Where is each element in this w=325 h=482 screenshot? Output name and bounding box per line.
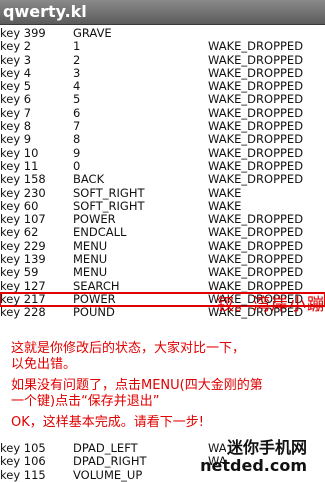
key-code: key 10: [0, 145, 39, 160]
author-watermark: 钗。湾岸小蹦: [217, 295, 325, 315]
key-code: key 4: [0, 65, 32, 80]
keymap-row[interactable]: key 62 ENDCALL WAKE_DROPPED: [0, 225, 325, 240]
key-name: 6: [73, 105, 81, 120]
key-flag: WAKE_DROPPED: [208, 92, 304, 107]
key-code: key 230: [0, 185, 46, 200]
key-name: 2: [73, 52, 81, 67]
site-logo-domain: netded.com: [200, 456, 307, 475]
key-name: SOFT_RIGHT: [73, 185, 145, 200]
key-name: MENU: [73, 252, 108, 267]
key-name: DPAD_RIGHT: [73, 454, 147, 469]
key-flag: WAKE_DROPPED: [208, 79, 304, 94]
key-flag: WAKE_DROPPED: [208, 225, 304, 240]
key-name: POUND: [73, 305, 115, 320]
key-code: key 139: [0, 252, 46, 267]
key-flag: WAKE_DROPPED: [208, 212, 304, 227]
key-flag: WAKE_DROPPED: [208, 105, 304, 120]
key-flag: WAKE_DROPPED: [208, 265, 304, 280]
key-code: key 106: [0, 454, 46, 469]
site-logo-name: 迷你手机网: [226, 438, 307, 457]
keymap-row[interactable]: key 230 SOFT_RIGHT WAKE: [0, 185, 325, 200]
key-name: 1: [73, 39, 81, 54]
keymap-row[interactable]: key 60 SOFT_RIGHT WAKE: [0, 198, 325, 213]
key-code: key 7: [0, 105, 32, 120]
keymap-row[interactable]: key 7 6 WAKE_DROPPED: [0, 105, 325, 120]
keymap-row[interactable]: key 4 3 WAKE_DROPPED: [0, 65, 325, 80]
keymap-row[interactable]: key 6 5 WAKE_DROPPED: [0, 92, 325, 107]
key-name: 4: [73, 79, 81, 94]
key-flag: WAKE_DROPPED: [208, 119, 304, 134]
key-name: BACK: [73, 172, 105, 187]
key-flag: WAKE_DROPPED: [208, 158, 304, 173]
key-name: 9: [73, 145, 81, 160]
keymap-row[interactable]: key 158 BACK WAKE_DROPPED: [0, 172, 325, 187]
keymap-row[interactable]: key 2 1 WAKE_DROPPED: [0, 39, 325, 54]
key-name: SEARCH: [73, 278, 120, 293]
key-flag: WAKE_DROPPED: [208, 52, 304, 67]
key-name: 0: [73, 158, 81, 173]
key-name: GRAVE: [73, 26, 112, 40]
keymap-row[interactable]: key 9 8 WAKE_DROPPED: [0, 132, 325, 147]
key-code: key 127: [0, 278, 46, 293]
key-name: POWER: [73, 291, 116, 306]
window-titlebar: qwerty.kl: [0, 0, 325, 25]
key-code: key 158: [0, 172, 46, 187]
key-flag: WAKE_DROPPED: [208, 65, 304, 80]
keymap-row[interactable]: key 229 MENU WAKE_DROPPED: [0, 238, 325, 253]
instruction-line-2: 以免出错。: [11, 357, 77, 372]
keymap-row[interactable]: key 3 2 WAKE_DROPPED: [0, 52, 325, 67]
key-code: key 217: [0, 291, 46, 306]
key-flag: WAKE_DROPPED: [208, 132, 304, 147]
key-name: MENU: [73, 238, 108, 253]
key-name: SOFT_RIGHT: [73, 198, 145, 213]
instruction-line-1: 这就是你修改后的状态，大家对比一下，: [11, 341, 246, 356]
keymap-row[interactable]: key 5 4 WAKE_DROPPED: [0, 79, 325, 94]
key-flag: WAKE_DROPPED: [208, 252, 304, 267]
key-code: key 228: [0, 305, 46, 320]
key-flag: WAKE_DROPPED: [208, 39, 304, 54]
keymap-row[interactable]: key 11 0 WAKE_DROPPED: [0, 158, 325, 173]
keymap-row[interactable]: key 107 POWER WAKE_DROPPED: [0, 212, 325, 227]
keymap-listing[interactable]: key 399 GRAVE key 2 1 WAKE_DROPPED key 3 2 WAKE…: [0, 26, 325, 320]
key-name: POWER: [73, 212, 116, 227]
key-flag: WAKE: [208, 198, 242, 213]
key-code: key 62: [0, 225, 39, 240]
key-name: 5: [73, 92, 81, 107]
key-flag: WAKE: [208, 185, 242, 200]
key-code: key 60: [0, 198, 39, 213]
key-flag: WAKE_DROPPED: [208, 238, 304, 253]
key-code: key 399: [0, 26, 46, 40]
instruction-line-4: 一个键)点击“保存并退出”: [11, 394, 160, 409]
site-logo: 迷你手机网 netded.com: [200, 434, 325, 480]
keymap-row[interactable]: key 399 GRAVE: [0, 26, 325, 40]
keymap-row[interactable]: key 59 MENU WAKE_DROPPED: [0, 265, 325, 280]
key-name: DPAD_LEFT: [73, 441, 138, 455]
keymap-row[interactable]: key 8 7 WAKE_DROPPED: [0, 119, 325, 134]
key-code: key 59: [0, 265, 39, 280]
key-code: key 2: [0, 39, 32, 54]
key-code: key 5: [0, 79, 32, 94]
key-code: key 3: [0, 52, 32, 67]
key-name: 7: [73, 119, 81, 134]
key-code: key 107: [0, 212, 46, 227]
window-title: qwerty.kl: [3, 2, 87, 21]
key-code: key 105: [0, 441, 46, 455]
keymap-row[interactable]: key 139 MENU WAKE_DROPPED: [0, 252, 325, 267]
key-code: key 229: [0, 238, 46, 253]
key-name: 3: [73, 65, 81, 80]
instruction-line-3: 如果没有问题了，点击MENU(四大金刚的第: [11, 378, 263, 393]
keymap-row[interactable]: key 10 9 WAKE_DROPPED: [0, 145, 325, 160]
key-name: 8: [73, 132, 81, 147]
key-code: key 8: [0, 119, 32, 134]
key-flag: WAKE_DROPPED: [208, 172, 304, 187]
key-name: MENU: [73, 265, 108, 280]
key-code: key 9: [0, 132, 32, 147]
key-code: key 11: [0, 158, 39, 173]
key-code: key 6: [0, 92, 32, 107]
key-name: ENDCALL: [73, 225, 127, 240]
instruction-line-5: OK，这样基本完成。请看下一步!: [11, 415, 204, 430]
key-flag: WAKE_DROPPED: [208, 145, 304, 160]
